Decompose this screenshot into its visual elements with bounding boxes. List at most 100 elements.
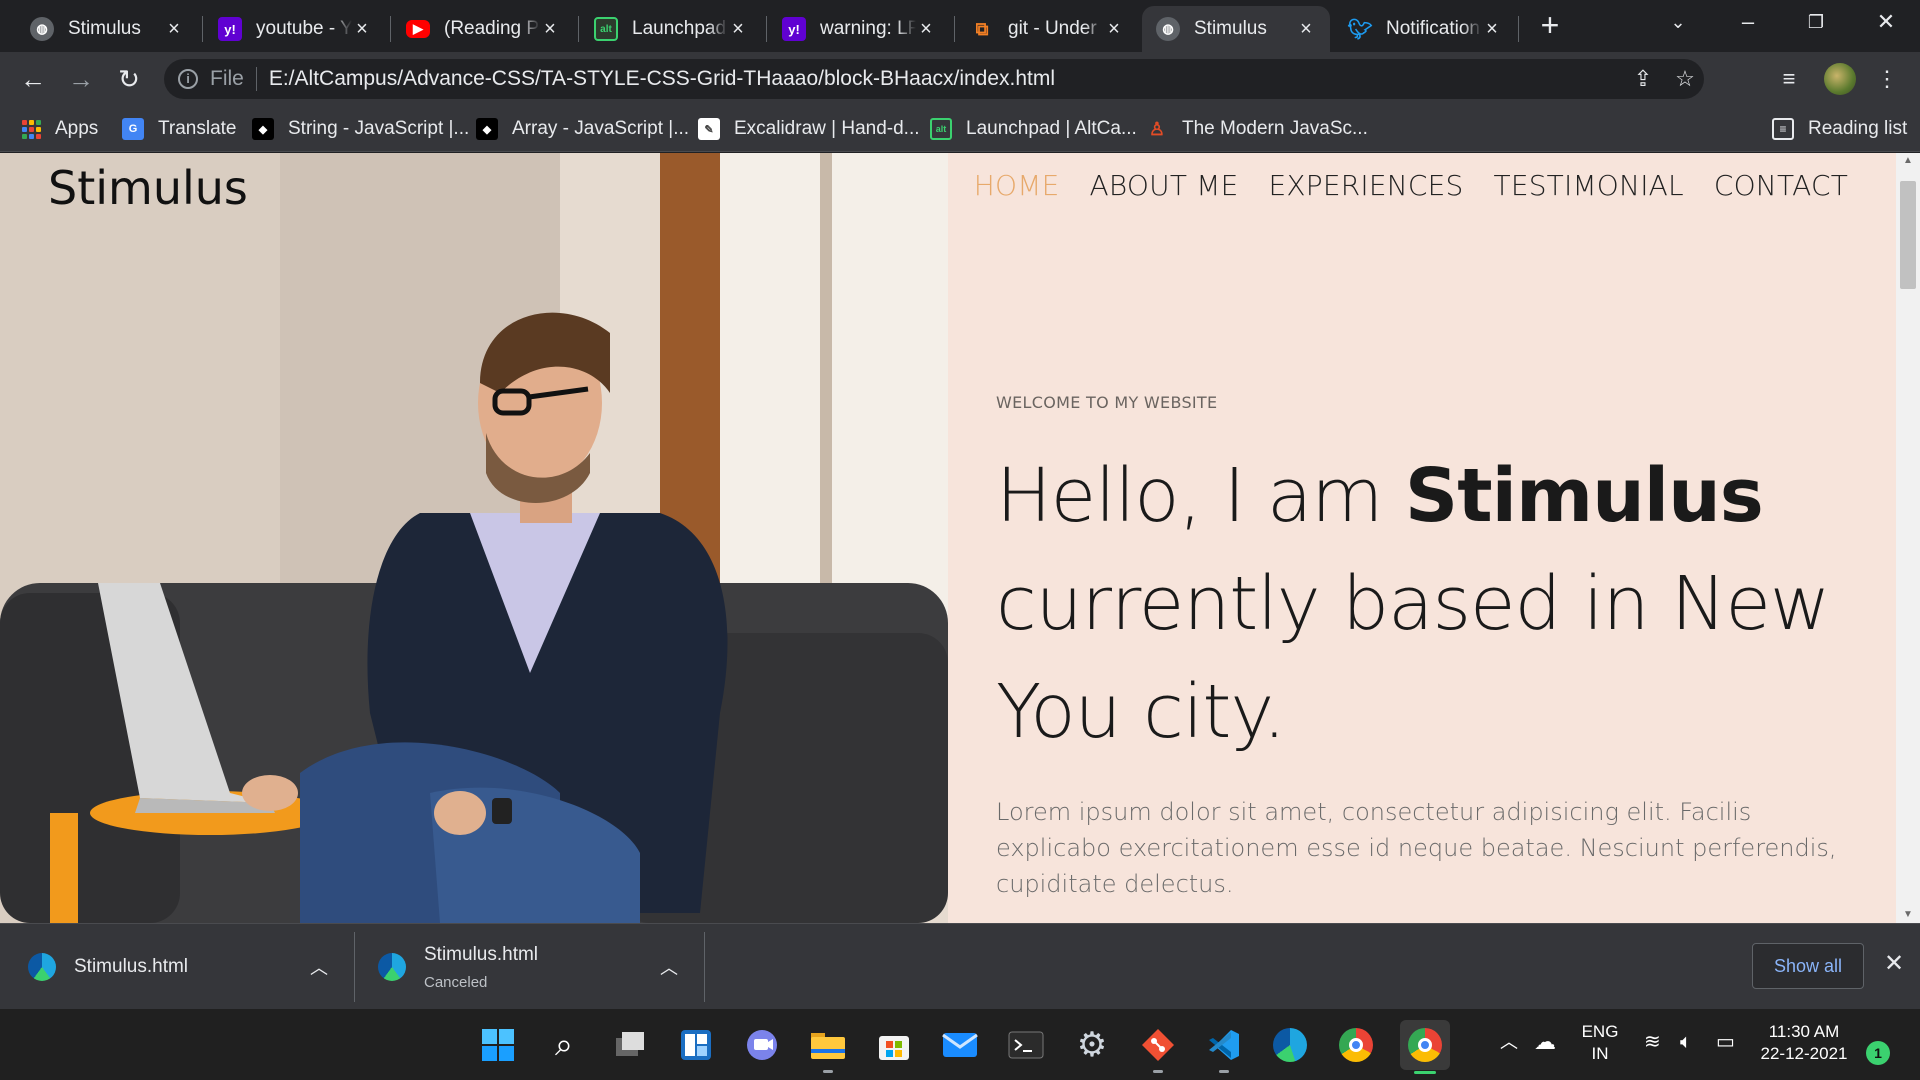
- tab[interactable]: ◍ Stimulus ×: [16, 6, 198, 52]
- globe-icon: ◍: [1156, 17, 1180, 41]
- scroll-down-icon[interactable]: ▼: [1896, 907, 1920, 923]
- close-tab-icon[interactable]: ×: [540, 19, 560, 39]
- chevron-up-icon[interactable]: ︿: [660, 954, 678, 980]
- hero-photo: [0, 153, 948, 923]
- edge-icon[interactable]: [1270, 1025, 1310, 1065]
- page-scrollbar[interactable]: ▲ ▼: [1896, 153, 1920, 923]
- tab-title: git - Under: [1008, 18, 1097, 39]
- tab[interactable]: ⧉ git - Under ×: [956, 6, 1138, 52]
- tab-title: youtube - Y: [256, 18, 352, 39]
- widgets-icon[interactable]: [676, 1025, 716, 1065]
- close-tab-icon[interactable]: ×: [1104, 19, 1124, 39]
- close-shelf-icon[interactable]: ✕: [1880, 950, 1908, 978]
- teams-glyph: [747, 1030, 777, 1060]
- bookmark-launchpad[interactable]: alt Launchpad | AltCa...: [930, 116, 1137, 142]
- task-view-glyph: [616, 1032, 644, 1056]
- new-tab-button[interactable]: +: [1534, 9, 1566, 42]
- nav-home[interactable]: HOME: [974, 169, 1060, 202]
- forward-button[interactable]: →: [64, 62, 98, 96]
- share-icon[interactable]: ⇪: [1630, 66, 1656, 92]
- battery-icon[interactable]: ▭: [1716, 1031, 1735, 1053]
- onedrive-cloud-icon[interactable]: ☁: [1534, 1031, 1556, 1053]
- start-icon[interactable]: [478, 1025, 518, 1065]
- close-tab-icon[interactable]: ×: [1296, 19, 1316, 39]
- media-control-icon[interactable]: ≡: [1774, 64, 1804, 94]
- hero-description: Lorem ipsum dolor sit amet, consectetur …: [996, 798, 1837, 898]
- site-logo[interactable]: Stimulus: [48, 161, 248, 215]
- volume-icon[interactable]: 🔈︎: [1680, 1031, 1692, 1053]
- bookmarks-bar: Apps G Translate ◆ String - JavaScript |…: [0, 104, 1920, 152]
- tab[interactable]: ▶ (Reading Pr ×: [392, 6, 574, 52]
- wifi-icon[interactable]: ≋: [1644, 1031, 1661, 1053]
- bookmark-modern-js[interactable]: ♙ The Modern JavaSc...: [1146, 116, 1368, 142]
- download-item[interactable]: Stimulus.html ︿: [28, 924, 338, 1010]
- nav-experiences[interactable]: EXPERIENCES: [1269, 169, 1464, 202]
- reload-button[interactable]: ↻: [112, 62, 146, 96]
- language-indicator[interactable]: ENG IN: [1578, 1021, 1622, 1065]
- teams-chat-icon[interactable]: [742, 1025, 782, 1065]
- bookmark-star-icon[interactable]: ☆: [1672, 66, 1698, 92]
- tab-title: Launchpad: [632, 18, 727, 39]
- reading-list-button[interactable]: ≡ Reading list: [1772, 116, 1907, 142]
- nav-testimonial[interactable]: TESTIMONIAL: [1494, 169, 1684, 202]
- git-icon[interactable]: [1138, 1025, 1178, 1073]
- hero-text: WELCOME TO MY WEBSITE Hello, I am Stimul…: [996, 393, 1856, 902]
- web-page: Stimulus HOME ABOUT ME EXPERIENCES TESTI…: [0, 153, 1896, 923]
- tab-separator: [954, 16, 955, 42]
- bookmark-label: Excalidraw | Hand-d...: [734, 118, 920, 139]
- chevron-up-icon[interactable]: ︿: [310, 954, 328, 980]
- close-tab-icon[interactable]: ×: [164, 19, 184, 39]
- javascript-info-icon: ♙: [1148, 118, 1166, 139]
- close-tab-icon[interactable]: ×: [916, 19, 936, 39]
- bookmark-translate[interactable]: G Translate: [122, 116, 237, 142]
- vscode-icon[interactable]: [1204, 1025, 1244, 1073]
- show-hidden-icons[interactable]: ︿: [1500, 1031, 1518, 1053]
- mail-icon[interactable]: [940, 1025, 980, 1065]
- address-bar[interactable]: i File E:/AltCampus/Advance-CSS/TA-STYLE…: [164, 59, 1704, 99]
- file-explorer-icon[interactable]: [808, 1025, 848, 1073]
- store-icon[interactable]: [874, 1025, 914, 1065]
- folder-glyph: [811, 1033, 845, 1059]
- headline-location: currently based in New You city.: [996, 561, 1830, 755]
- tab-search-icon[interactable]: ⌄: [1658, 8, 1698, 36]
- nav-about-me[interactable]: ABOUT ME: [1090, 169, 1239, 202]
- bookmark-array-js[interactable]: ◆ Array - JavaScript |...: [476, 116, 689, 142]
- clock[interactable]: 11:30 AM 22-12-2021: [1756, 1021, 1852, 1065]
- close-tab-icon[interactable]: ×: [728, 19, 748, 39]
- close-tab-icon[interactable]: ×: [352, 19, 372, 39]
- notification-badge[interactable]: 1: [1866, 1041, 1890, 1065]
- tab[interactable]: alt Launchpad ×: [580, 6, 762, 52]
- close-window-icon[interactable]: ✕: [1866, 8, 1906, 36]
- nav-contact[interactable]: CONTACT: [1714, 169, 1848, 202]
- running-indicator: [823, 1070, 833, 1073]
- search-icon[interactable]: ⌕: [544, 1025, 584, 1065]
- address-url[interactable]: E:/AltCampus/Advance-CSS/TA-STYLE-CSS-Gr…: [269, 67, 1055, 91]
- tab[interactable]: 🐦︎ Notification ×: [1334, 6, 1516, 52]
- tab-active[interactable]: ◍ Stimulus ×: [1142, 6, 1330, 52]
- clock-date: 22-12-2021: [1760, 1044, 1848, 1063]
- chrome-icon[interactable]: [1336, 1025, 1376, 1065]
- altcampus-icon: alt: [594, 17, 618, 41]
- back-button[interactable]: ←: [16, 62, 50, 96]
- task-view-icon[interactable]: [610, 1025, 650, 1065]
- tab[interactable]: y! youtube - Y ×: [204, 6, 386, 52]
- show-all-button[interactable]: Show all: [1752, 943, 1864, 989]
- profile-avatar[interactable]: [1824, 63, 1856, 95]
- minimize-icon[interactable]: –: [1728, 8, 1768, 36]
- menu-kebab-icon[interactable]: ⋮: [1872, 64, 1902, 94]
- tab[interactable]: y! warning: LF ×: [768, 6, 950, 52]
- scroll-up-icon[interactable]: ▲: [1896, 153, 1920, 169]
- terminal-icon[interactable]: [1006, 1025, 1046, 1065]
- download-item-canceled[interactable]: Stimulus.html Canceled ︿: [378, 924, 688, 1010]
- close-tab-icon[interactable]: ×: [1482, 19, 1502, 39]
- bookmark-apps[interactable]: Apps: [22, 116, 98, 142]
- chrome-active-icon[interactable]: [1400, 1020, 1450, 1074]
- welcome-eyebrow: WELCOME TO MY WEBSITE: [996, 393, 1218, 412]
- restore-icon[interactable]: ❐: [1796, 8, 1836, 36]
- scroll-thumb[interactable]: [1900, 181, 1916, 289]
- info-icon[interactable]: i: [178, 69, 198, 89]
- bookmark-excalidraw[interactable]: ✎ Excalidraw | Hand-d...: [698, 116, 920, 142]
- bookmark-string-js[interactable]: ◆ String - JavaScript |...: [252, 116, 469, 142]
- settings-icon[interactable]: ⚙: [1072, 1025, 1112, 1065]
- reading-list-label: Reading list: [1808, 118, 1908, 139]
